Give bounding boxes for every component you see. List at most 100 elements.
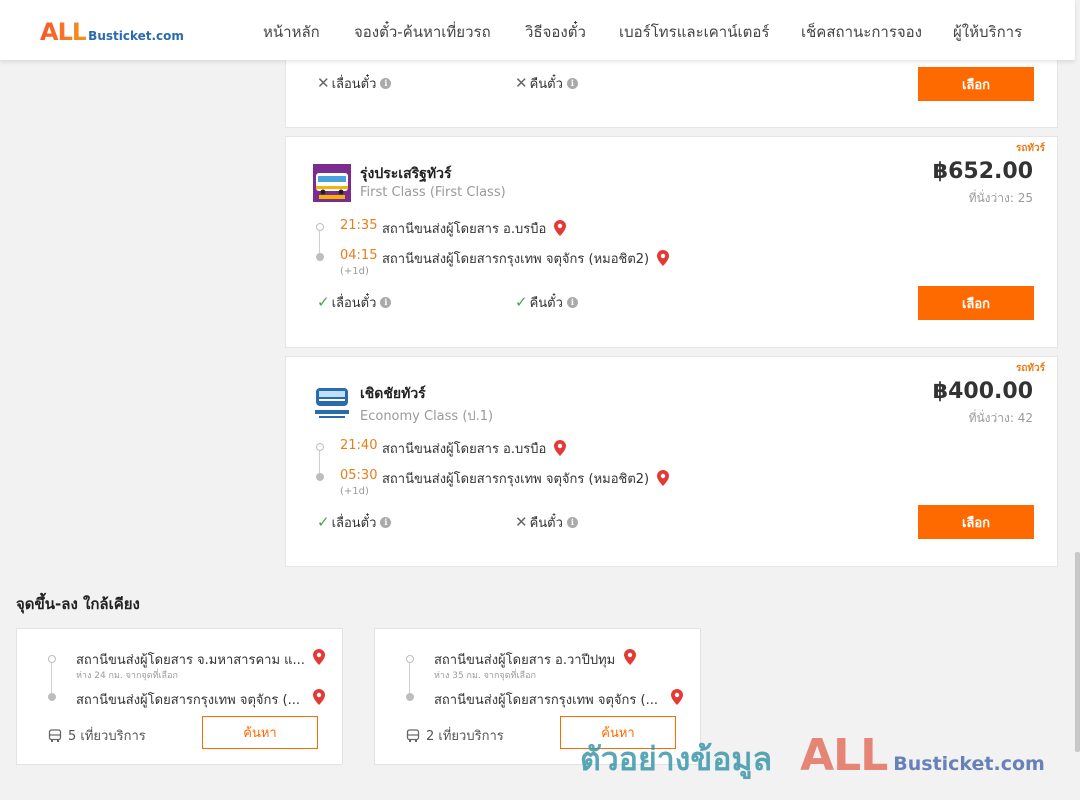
reschedule-label: เลื่อนตั๋ว — [331, 77, 377, 92]
page-scrollbar[interactable] — [1075, 0, 1080, 800]
select-trip-button[interactable]: เลือก — [918, 67, 1034, 101]
nav-how-to-book[interactable]: วิธีจองตั๋ว — [525, 20, 586, 44]
map-pin-icon[interactable] — [671, 689, 683, 705]
route-timeline — [316, 443, 324, 481]
cross-icon: ✕ — [515, 74, 528, 92]
arrive-station[interactable]: สถานีขนส่งผู้โดยสารกรุงเทพ จตุจักร (หมอช… — [382, 468, 670, 489]
info-icon[interactable]: i — [380, 78, 392, 89]
depart-dot — [406, 655, 414, 663]
route-line — [319, 231, 320, 253]
depart-dot — [316, 443, 324, 451]
bus-type-tag: รถทัวร์ — [1015, 143, 1045, 154]
arrive-station-name: สถานีขนส่งผู้โดยสารกรุงเทพ จตุจักร (หมอช… — [382, 252, 650, 267]
map-pin-icon[interactable] — [657, 470, 670, 486]
reschedule-policy: ✓ เลื่อนตั๋ว i — [317, 512, 392, 533]
map-pin-icon[interactable] — [624, 649, 636, 665]
info-icon[interactable]: i — [566, 297, 578, 308]
seat-class: Economy Class (ป.1) — [360, 409, 494, 424]
reschedule-policy: ✕ เลื่อนตั๋ว i — [317, 73, 392, 94]
logo-busticket-text: Busticket.com — [88, 29, 184, 43]
depart-dot — [48, 655, 56, 663]
search-button[interactable]: ค้นหา — [202, 716, 318, 749]
depart-station[interactable]: สถานีขนส่งผู้โดยสาร อ.บรบือ — [382, 218, 567, 239]
operator-name: รุ่งประเสริฐทัวร์ — [360, 166, 452, 182]
depart-station[interactable]: สถานีขนส่งผู้โดยสาร อ.บรบือ — [382, 438, 567, 459]
depart-station-name: สถานีขนส่งผู้โดยสาร อ.บรบือ — [382, 222, 547, 237]
ticket-price: ฿400.00 — [932, 379, 1033, 404]
scrollbar-thumb[interactable] — [1075, 552, 1080, 752]
operator-name: เชิดชัยทัวร์ — [360, 386, 426, 402]
operator-logo — [313, 384, 351, 422]
route-line — [51, 663, 52, 693]
info-icon[interactable]: i — [566, 517, 578, 528]
refund-policy: ✓ คืนตั๋ว i — [515, 292, 578, 313]
refund-label: คืนตั๋ว — [529, 77, 563, 92]
reschedule-policy: ✓ เลื่อนตั๋ว i — [317, 292, 392, 313]
cross-icon: ✕ — [317, 74, 330, 92]
watermark-logo-all: ALL — [800, 730, 888, 781]
refund-label: คืนตั๋ว — [529, 516, 563, 531]
nearby-from-station: สถานีขนส่งผู้โดยสาร อ.วาปีปทุม — [434, 653, 616, 668]
nearby-route-card: สถานีขนส่งผู้โดยสาร อ.วาปีปทุม ห่าง 35 ก… — [374, 628, 701, 765]
seats-available: ที่นั่งว่าง: 42 — [968, 411, 1033, 425]
select-trip-button[interactable]: เลือก — [918, 286, 1034, 320]
arrive-station-name: สถานีขนส่งผู้โดยสารกรุงเทพ จตุจักร (หมอช… — [382, 472, 650, 487]
bus-type-tag: รถทัวร์ — [1015, 363, 1045, 374]
bus-icon — [48, 728, 62, 742]
map-pin-icon[interactable] — [554, 440, 567, 456]
nav-book-search[interactable]: จองตั๋ว-ค้นหาเที่ยวรถ — [354, 20, 491, 44]
arrive-time: 04:15 — [340, 248, 378, 263]
info-icon[interactable]: i — [566, 78, 578, 89]
info-icon[interactable]: i — [380, 517, 392, 528]
nav-contacts-counters[interactable]: เบอร์โทรและเคาน์เตอร์ — [619, 20, 769, 44]
nearby-from-station: สถานีขนส่งผู้โดยสาร จ.มหาสารคาม แ... — [76, 653, 305, 668]
trip-count: 2 เที่ยวบริการ — [406, 725, 504, 746]
map-pin-icon[interactable] — [657, 250, 670, 266]
trip-count-label: 5 เที่ยวบริการ — [68, 729, 146, 744]
logo-all-text: ALL — [40, 18, 87, 46]
map-pin-icon[interactable] — [313, 689, 325, 705]
nav-operators[interactable]: ผู้ให้บริการ — [953, 20, 1022, 44]
depart-dot — [316, 223, 324, 231]
reschedule-label: เลื่อนตั๋ว — [331, 296, 377, 311]
bus-icon — [406, 728, 420, 742]
map-pin-icon[interactable] — [554, 220, 567, 236]
nav-home[interactable]: หน้าหลัก — [263, 20, 320, 44]
reschedule-label: เลื่อนตั๋ว — [331, 516, 377, 531]
search-button[interactable]: ค้นหา — [560, 716, 676, 749]
top-navbar: ALL Busticket.com หน้าหลัก จองตั๋ว-ค้นหา… — [0, 0, 1075, 60]
seat-class: First Class (First Class) — [360, 185, 506, 200]
nav-check-booking[interactable]: เช็คสถานะการจอง — [801, 20, 922, 44]
seats-available: ที่นั่งว่าง: 25 — [968, 191, 1033, 205]
arrive-time: 05:30 — [340, 468, 378, 483]
trip-count-label: 2 เที่ยวบริการ — [426, 729, 504, 744]
arrive-station[interactable]: สถานีขนส่งผู้โดยสารกรุงเทพ จตุจักร (หมอช… — [382, 248, 670, 269]
watermark-logo-rest: Busticket.com — [893, 753, 1045, 775]
depart-station-name: สถานีขนส่งผู้โดยสาร อ.บรบือ — [382, 442, 547, 457]
route-timeline — [48, 655, 56, 701]
nearby-to-station: สถานีขนส่งผู้โดยสารกรุงเทพ จตุจักร (... — [76, 693, 300, 708]
nearby-distance: ห่าง 35 กม. จากจุดที่เลือก — [434, 671, 536, 681]
nearby-route-card: สถานีขนส่งผู้โดยสาร จ.มหาสารคาม แ... ห่า… — [16, 628, 343, 765]
next-day-indicator: (+1d) — [340, 266, 369, 277]
route-timeline — [406, 655, 414, 701]
route-line — [409, 663, 410, 693]
nearby-to-station: สถานีขนส่งผู้โดยสารกรุงเทพ จตุจักร (... — [434, 693, 658, 708]
refund-policy: ✕ คืนตั๋ว i — [515, 512, 578, 533]
trip-card: รถทัวร์ เชิดชัยทัวร์ Economy Class (ป.1)… — [285, 356, 1058, 567]
depart-time: 21:35 — [340, 218, 378, 233]
trip-card: รถทัวร์ รุ่งประเสริฐทัวร์ First Class (F… — [285, 136, 1058, 348]
map-pin-icon[interactable] — [313, 649, 325, 665]
nearby-distance: ห่าง 24 กม. จากจุดที่เลือก — [76, 671, 178, 681]
check-icon: ✓ — [515, 293, 528, 311]
depart-time: 21:40 — [340, 438, 378, 453]
check-icon: ✓ — [317, 293, 330, 311]
site-logo[interactable]: ALL Busticket.com — [40, 18, 184, 46]
refund-label: คืนตั๋ว — [529, 296, 563, 311]
arrive-dot — [406, 693, 414, 701]
cross-icon: ✕ — [515, 513, 528, 531]
select-trip-button[interactable]: เลือก — [918, 505, 1034, 539]
route-line — [319, 451, 320, 473]
trip-count: 5 เที่ยวบริการ — [48, 725, 146, 746]
info-icon[interactable]: i — [380, 297, 392, 308]
